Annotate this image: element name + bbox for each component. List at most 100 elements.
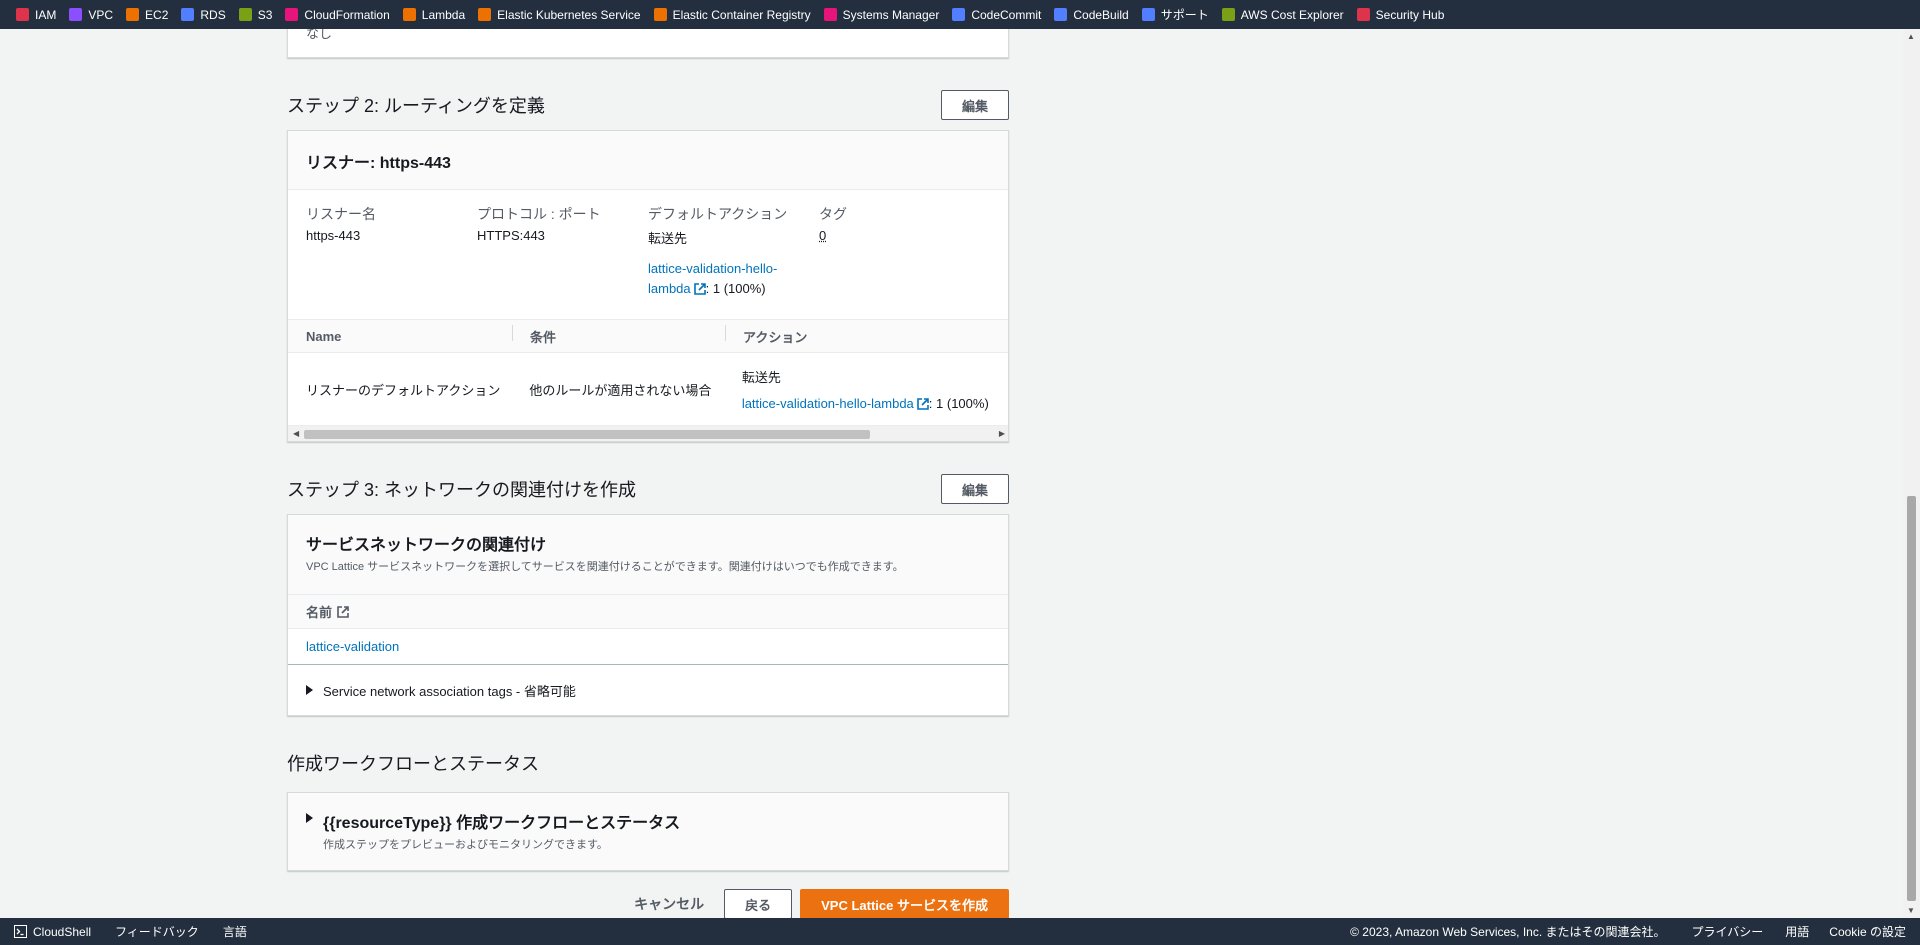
step2-edit-button[interactable]: 編集 xyxy=(940,90,1009,120)
language-link[interactable]: 言語 xyxy=(223,923,247,940)
workflow-card: {{resourceType}} 作成ワークフローとステータス 作成ステップをプ… xyxy=(287,792,1009,871)
favorite-label: Elastic Kubernetes Service xyxy=(497,7,641,22)
service-icon xyxy=(69,8,83,21)
step3-title: ステップ 3: ネットワークの関連付けを作成 xyxy=(287,480,637,500)
step3-edit-button[interactable]: 編集 xyxy=(940,474,1009,504)
cookie-settings-link[interactable]: Cookie の設定 xyxy=(1829,923,1906,940)
rules-table: Name 条件 アクション リスナーのデフォルトアクション 他のルールが適用され… xyxy=(288,319,1008,441)
scroll-down-arrow-icon[interactable]: ▼ xyxy=(1907,906,1915,915)
default-action-label: デフォルトアクション xyxy=(648,206,788,222)
column-header-name: Name xyxy=(306,328,342,344)
form-actions: キャンセル 戻る VPC Lattice サービスを作成 xyxy=(287,889,1009,919)
default-action-target: lattice-validation-hello-lambda : 1 (100%… xyxy=(648,259,819,299)
column-header-network-name: 名前 xyxy=(288,602,349,621)
feedback-link[interactable]: フィードバック xyxy=(115,923,199,940)
default-action-field: デフォルトアクション 転送先 lattice-validation-hello-… xyxy=(648,204,819,299)
default-action-prefix: 転送先 xyxy=(648,231,688,246)
association-tags-label: Service network association tags - 省略可能 xyxy=(323,683,576,699)
scroll-up-arrow-icon[interactable]: ▲ xyxy=(1907,32,1915,41)
external-link-icon xyxy=(337,605,349,618)
default-action-link-line2: lambda xyxy=(648,281,691,296)
back-button[interactable]: 戻る xyxy=(724,889,793,919)
favorite-s3[interactable]: S3 xyxy=(238,8,272,22)
service-icon xyxy=(823,8,837,21)
terms-link[interactable]: 用語 xyxy=(1785,923,1809,940)
favorite-rds[interactable]: RDS xyxy=(181,7,226,22)
favorite-label: EC2 xyxy=(145,7,169,22)
rule-action-prefix: 転送先 xyxy=(741,370,781,385)
cloudshell-button[interactable]: CloudShell xyxy=(14,925,91,939)
service-icon xyxy=(1356,8,1370,21)
privacy-link[interactable]: プライバシー xyxy=(1692,923,1764,940)
favorites-bar: IAM VPC EC2 RDS S3 CloudFormation Lambda Elasti… xyxy=(0,0,1920,29)
tags-value[interactable]: 0 xyxy=(819,228,990,243)
network-association-title: サービスネットワークの関連付け xyxy=(306,537,547,554)
network-table-header: 名前 xyxy=(288,595,1008,629)
favorite-elastic-container-registry[interactable]: Elastic Container Registry xyxy=(653,7,811,22)
favorite-elastic-kubernetes-service[interactable]: Elastic Kubernetes Service xyxy=(478,7,641,22)
page-vertical-scrollbar[interactable]: ▲ ▼ xyxy=(1903,29,1920,918)
caret-right-icon xyxy=(306,813,313,823)
favorite-label: CloudFormation xyxy=(304,7,390,22)
favorite-cloudformation[interactable]: CloudFormation xyxy=(285,7,390,22)
association-tags-expander[interactable]: Service network association tags - 省略可能 xyxy=(288,665,1008,715)
favorite-vpc[interactable]: VPC xyxy=(69,8,113,22)
protocol-value: HTTPS:443 xyxy=(477,228,545,243)
service-icon xyxy=(1054,8,1068,21)
scroll-left-arrow-icon[interactable]: ◀ xyxy=(293,429,299,438)
external-link-icon xyxy=(916,398,929,410)
workflow-expander[interactable]: {{resourceType}} 作成ワークフローとステータス 作成ステップをプ… xyxy=(288,793,1008,870)
favorite-security-hub[interactable]: Security Hub xyxy=(1356,7,1445,22)
rule-action-weight: : 1 (100%) xyxy=(928,396,989,411)
favorite-label: RDS xyxy=(200,7,226,22)
workflow-expander-content: {{resourceType}} 作成ワークフローとステータス 作成ステップをプ… xyxy=(323,809,680,852)
workflow-expander-description: 作成ステップをプレビューおよびモニタリングできます。 xyxy=(323,839,608,851)
listener-name-label: リスナー名 xyxy=(306,206,376,222)
favorite-label: Elastic Container Registry xyxy=(672,7,811,22)
cancel-button[interactable]: キャンセル xyxy=(614,894,724,914)
step2-header: ステップ 2: ルーティングを定義 編集 xyxy=(287,90,1009,120)
table-row: lattice-validation xyxy=(288,629,1008,665)
favorite-iam[interactable]: IAM xyxy=(16,8,56,22)
listener-name-field: リスナー名 https-443 xyxy=(306,204,477,299)
default-action-weight: : 1 (100%) xyxy=(705,281,766,296)
favorite-systems-manager[interactable]: Systems Manager xyxy=(823,8,939,22)
listener-name-value: https-443 xyxy=(306,228,361,243)
scrollbar-thumb[interactable] xyxy=(304,430,870,439)
column-header-condition: 条件 xyxy=(512,324,725,346)
rule-action-link-text: lattice-validation-hello-lambda xyxy=(741,396,914,411)
favorite-label: AWS Cost Explorer xyxy=(1240,7,1344,22)
table-horizontal-scrollbar[interactable]: ◀ ▶ xyxy=(288,425,1008,441)
favorite-ec2[interactable]: EC2 xyxy=(126,8,168,22)
page-scrollbar-thumb[interactable] xyxy=(1907,496,1916,901)
scroll-right-arrow-icon[interactable]: ▶ xyxy=(999,429,1005,438)
table-row: リスナーのデフォルトアクション 他のルールが適用されない場合 転送先 latti… xyxy=(288,353,1008,425)
console-footer: CloudShell フィードバック 言語 © 2023, Amazon Web… xyxy=(0,918,1920,945)
favorite-aws-cost-explorer[interactable]: AWS Cost Explorer xyxy=(1221,7,1344,22)
column-header-network-name-label: 名前 xyxy=(306,605,333,620)
service-icon xyxy=(1141,8,1155,21)
favorite-codebuild[interactable]: CodeBuild xyxy=(1054,7,1129,22)
service-network-link[interactable]: lattice-validation xyxy=(306,639,399,654)
listener-card: リスナー: https-443 リスナー名 https-443 プロトコル : … xyxy=(287,130,1009,442)
external-link-icon xyxy=(693,283,706,295)
favorite-label: Security Hub xyxy=(1375,7,1445,22)
tags-field: タグ 0 xyxy=(819,204,990,299)
favorite-lambda[interactable]: Lambda xyxy=(402,8,465,22)
network-association-description: VPC Lattice サービスネットワークを選択してサービスを関連付けることが… xyxy=(306,561,904,573)
default-action-link-line1: lattice-validation-hello- xyxy=(648,261,778,276)
create-service-button[interactable]: VPC Lattice サービスを作成 xyxy=(800,889,1009,919)
service-icon xyxy=(1221,8,1235,21)
previous-step-value: なし xyxy=(306,29,333,41)
service-icon xyxy=(952,8,966,21)
workflow-title: 作成ワークフローとステータス xyxy=(287,754,539,774)
favorite-codecommit[interactable]: CodeCommit xyxy=(952,8,1041,22)
favorite-[interactable]: サポート xyxy=(1141,6,1209,23)
favorite-label: CodeBuild xyxy=(1073,7,1129,22)
workflow-expander-title: {{resourceType}} 作成ワークフローとステータス xyxy=(323,815,681,832)
rule-action-link[interactable]: lattice-validation-hello-lambda xyxy=(742,396,929,411)
network-association-header: サービスネットワークの関連付け VPC Lattice サービスネットワークを選… xyxy=(288,515,1008,595)
service-icon xyxy=(16,8,29,21)
copyright-text: © 2023, Amazon Web Services, Inc. またはその関… xyxy=(1350,925,1666,939)
step2-title: ステップ 2: ルーティングを定義 xyxy=(287,96,545,116)
